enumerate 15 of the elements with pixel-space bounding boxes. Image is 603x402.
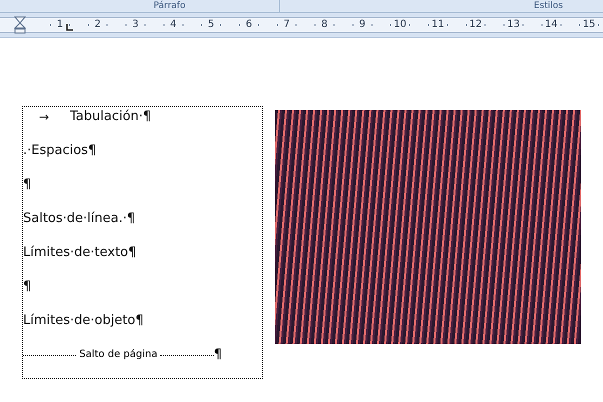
ribbon-group-label: Estilos xyxy=(534,1,563,11)
tab-mark: → xyxy=(39,109,50,125)
horizontal-ruler[interactable]: 1 2 3 4 5 6 7 8 9 10 11 12 13 14 15 xyxy=(0,17,603,33)
page-break-label: Salto de página xyxy=(78,348,158,362)
paragraph-text: Tabulación·¶ xyxy=(70,109,152,125)
paragraph-mark: ¶ xyxy=(214,347,222,363)
paragraph-text: ¶ xyxy=(23,279,32,295)
tab-stop-icon[interactable] xyxy=(66,24,73,31)
indent-marker-icon[interactable] xyxy=(14,16,26,34)
paragraph-text: Límites·de·objeto¶ xyxy=(23,313,144,329)
paragraph-text: ¶ xyxy=(23,177,32,193)
ribbon-group-label: Párrafo xyxy=(154,1,186,11)
paragraph-text: .·Espacios¶ xyxy=(23,143,96,159)
paragraph-text: Saltos·de·línea.·¶ xyxy=(23,211,136,227)
paragraph-text: Límites·de·texto¶ xyxy=(23,245,136,261)
